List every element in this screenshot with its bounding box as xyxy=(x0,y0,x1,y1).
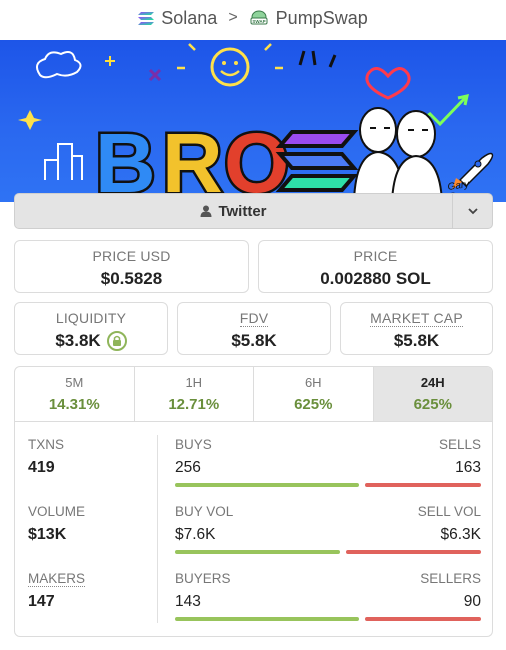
buys-label: BUYS xyxy=(175,437,212,452)
breadcrumb-separator: > xyxy=(228,9,238,26)
makers-label[interactable]: MAKERS xyxy=(28,571,86,587)
sell-vol-label: SELL VOL xyxy=(417,504,481,519)
buys-sells-bar xyxy=(175,483,481,487)
sells-bar-fill xyxy=(364,483,481,487)
twitter-label: Twitter xyxy=(218,202,267,220)
svg-text:SWAP: SWAP xyxy=(252,19,265,24)
makers-stat: MAKERS 147 xyxy=(28,571,86,611)
tab-5m-value: 14.31% xyxy=(48,396,100,413)
volume-stat: VOLUME $13K xyxy=(28,504,85,544)
bros-characters-icon xyxy=(352,107,444,202)
sellers-value: 90 xyxy=(463,593,481,610)
heart-icon xyxy=(365,67,411,100)
sell-vol-value: $6.3K xyxy=(440,526,481,543)
panel-divider xyxy=(157,435,158,623)
price-native-card: PRICE 0.002880 SOL xyxy=(258,240,493,293)
tab-6h-label: 6H xyxy=(304,375,322,390)
token-banner: B R O Gary D. xyxy=(0,40,506,202)
breadcrumb: Solana > SWAP PumpSwap xyxy=(0,6,506,30)
tab-6h[interactable]: 6H 625% xyxy=(254,367,374,421)
buyers-bar-fill xyxy=(175,617,359,621)
volume-split-row: BUY VOL SELL VOL $7.6K $6.3K xyxy=(175,504,481,554)
sell-vol-bar-fill xyxy=(346,550,481,554)
volume-label: VOLUME xyxy=(28,504,86,519)
smiley-icon xyxy=(210,47,250,87)
txns-value: 419 xyxy=(28,459,55,476)
liquidity-value: $3.8K xyxy=(55,331,101,350)
fdv-card: FDV $5.8K xyxy=(177,302,331,355)
txns-stat: TXNS 419 xyxy=(28,437,64,477)
price-usd-value: $0.5828 xyxy=(100,269,163,288)
social-links-bar: Twitter xyxy=(14,193,493,229)
buyers-value: 143 xyxy=(175,593,201,610)
buys-bar-fill xyxy=(175,483,359,487)
tab-5m-label: 5M xyxy=(65,375,84,390)
sellers-label: SELLERS xyxy=(420,571,481,586)
dex-link[interactable]: PumpSwap xyxy=(276,8,368,29)
sells-value: 163 xyxy=(455,459,481,476)
chain-link[interactable]: Solana xyxy=(161,8,217,29)
svg-text:B: B xyxy=(95,116,156,202)
market-cap-value: $5.8K xyxy=(393,331,440,350)
socials-dropdown-button[interactable] xyxy=(452,194,492,228)
liquidity-label: LIQUIDITY xyxy=(55,310,127,326)
tab-1h-value: 12.71% xyxy=(168,396,220,413)
volume-value: $13K xyxy=(28,526,67,543)
tab-6h-value: 625% xyxy=(294,396,333,413)
price-usd-card: PRICE USD $0.5828 xyxy=(14,240,249,293)
buy-vol-bar-fill xyxy=(175,550,341,554)
chevron-down-icon xyxy=(467,208,478,215)
tab-5m[interactable]: 5M 14.31% xyxy=(15,367,135,421)
buyers-sellers-row: BUYERS SELLERS 143 90 xyxy=(175,571,481,621)
user-icon xyxy=(200,205,212,217)
tab-1h[interactable]: 1H 12.71% xyxy=(135,367,254,421)
sellers-bar-fill xyxy=(364,617,481,621)
buyers-sellers-bar xyxy=(175,617,481,621)
fdv-label[interactable]: FDV xyxy=(239,310,269,327)
buyers-label: BUYERS xyxy=(175,571,231,586)
makers-value: 147 xyxy=(28,593,55,610)
pumpswap-logo-icon: SWAP xyxy=(250,10,268,25)
solana-logo-icon xyxy=(138,11,155,25)
tab-24h[interactable]: 24H 625% xyxy=(373,367,492,421)
buys-sells-row: BUYS SELLS 256 163 xyxy=(175,437,481,487)
buys-value: 256 xyxy=(175,459,201,476)
price-change-tabs: 5M 14.31% 1H 12.71% 6H 625% 24H 625% xyxy=(14,366,493,422)
lock-icon[interactable] xyxy=(106,331,127,351)
liquidity-card: LIQUIDITY $3.8K xyxy=(14,302,168,355)
price-native-label: PRICE xyxy=(353,248,398,264)
buy-vol-value: $7.6K xyxy=(175,526,216,543)
banner-artwork: B R O Gary D. xyxy=(18,43,494,202)
svg-text:R: R xyxy=(162,116,223,202)
transactions-panel: TXNS 419 VOLUME $13K MAKERS 147 BUYS SELL… xyxy=(14,421,493,637)
market-cap-label[interactable]: MARKET CAP xyxy=(370,310,463,327)
volume-split-bar xyxy=(175,550,481,554)
market-cap-card: MARKET CAP $5.8K xyxy=(340,302,493,355)
buy-vol-label: BUY VOL xyxy=(175,504,234,519)
tab-24h-value: 625% xyxy=(413,396,452,413)
tab-24h-label: 24H xyxy=(420,375,445,390)
price-usd-label: PRICE USD xyxy=(92,248,171,264)
price-native-value: 0.002880 SOL xyxy=(320,269,431,288)
solana-letter-icon xyxy=(275,130,359,192)
fdv-value: $5.8K xyxy=(231,331,277,350)
txns-label: TXNS xyxy=(28,437,65,452)
twitter-button[interactable]: Twitter xyxy=(15,194,452,228)
tab-1h-label: 1H xyxy=(185,375,203,390)
sells-label: SELLS xyxy=(438,437,481,452)
